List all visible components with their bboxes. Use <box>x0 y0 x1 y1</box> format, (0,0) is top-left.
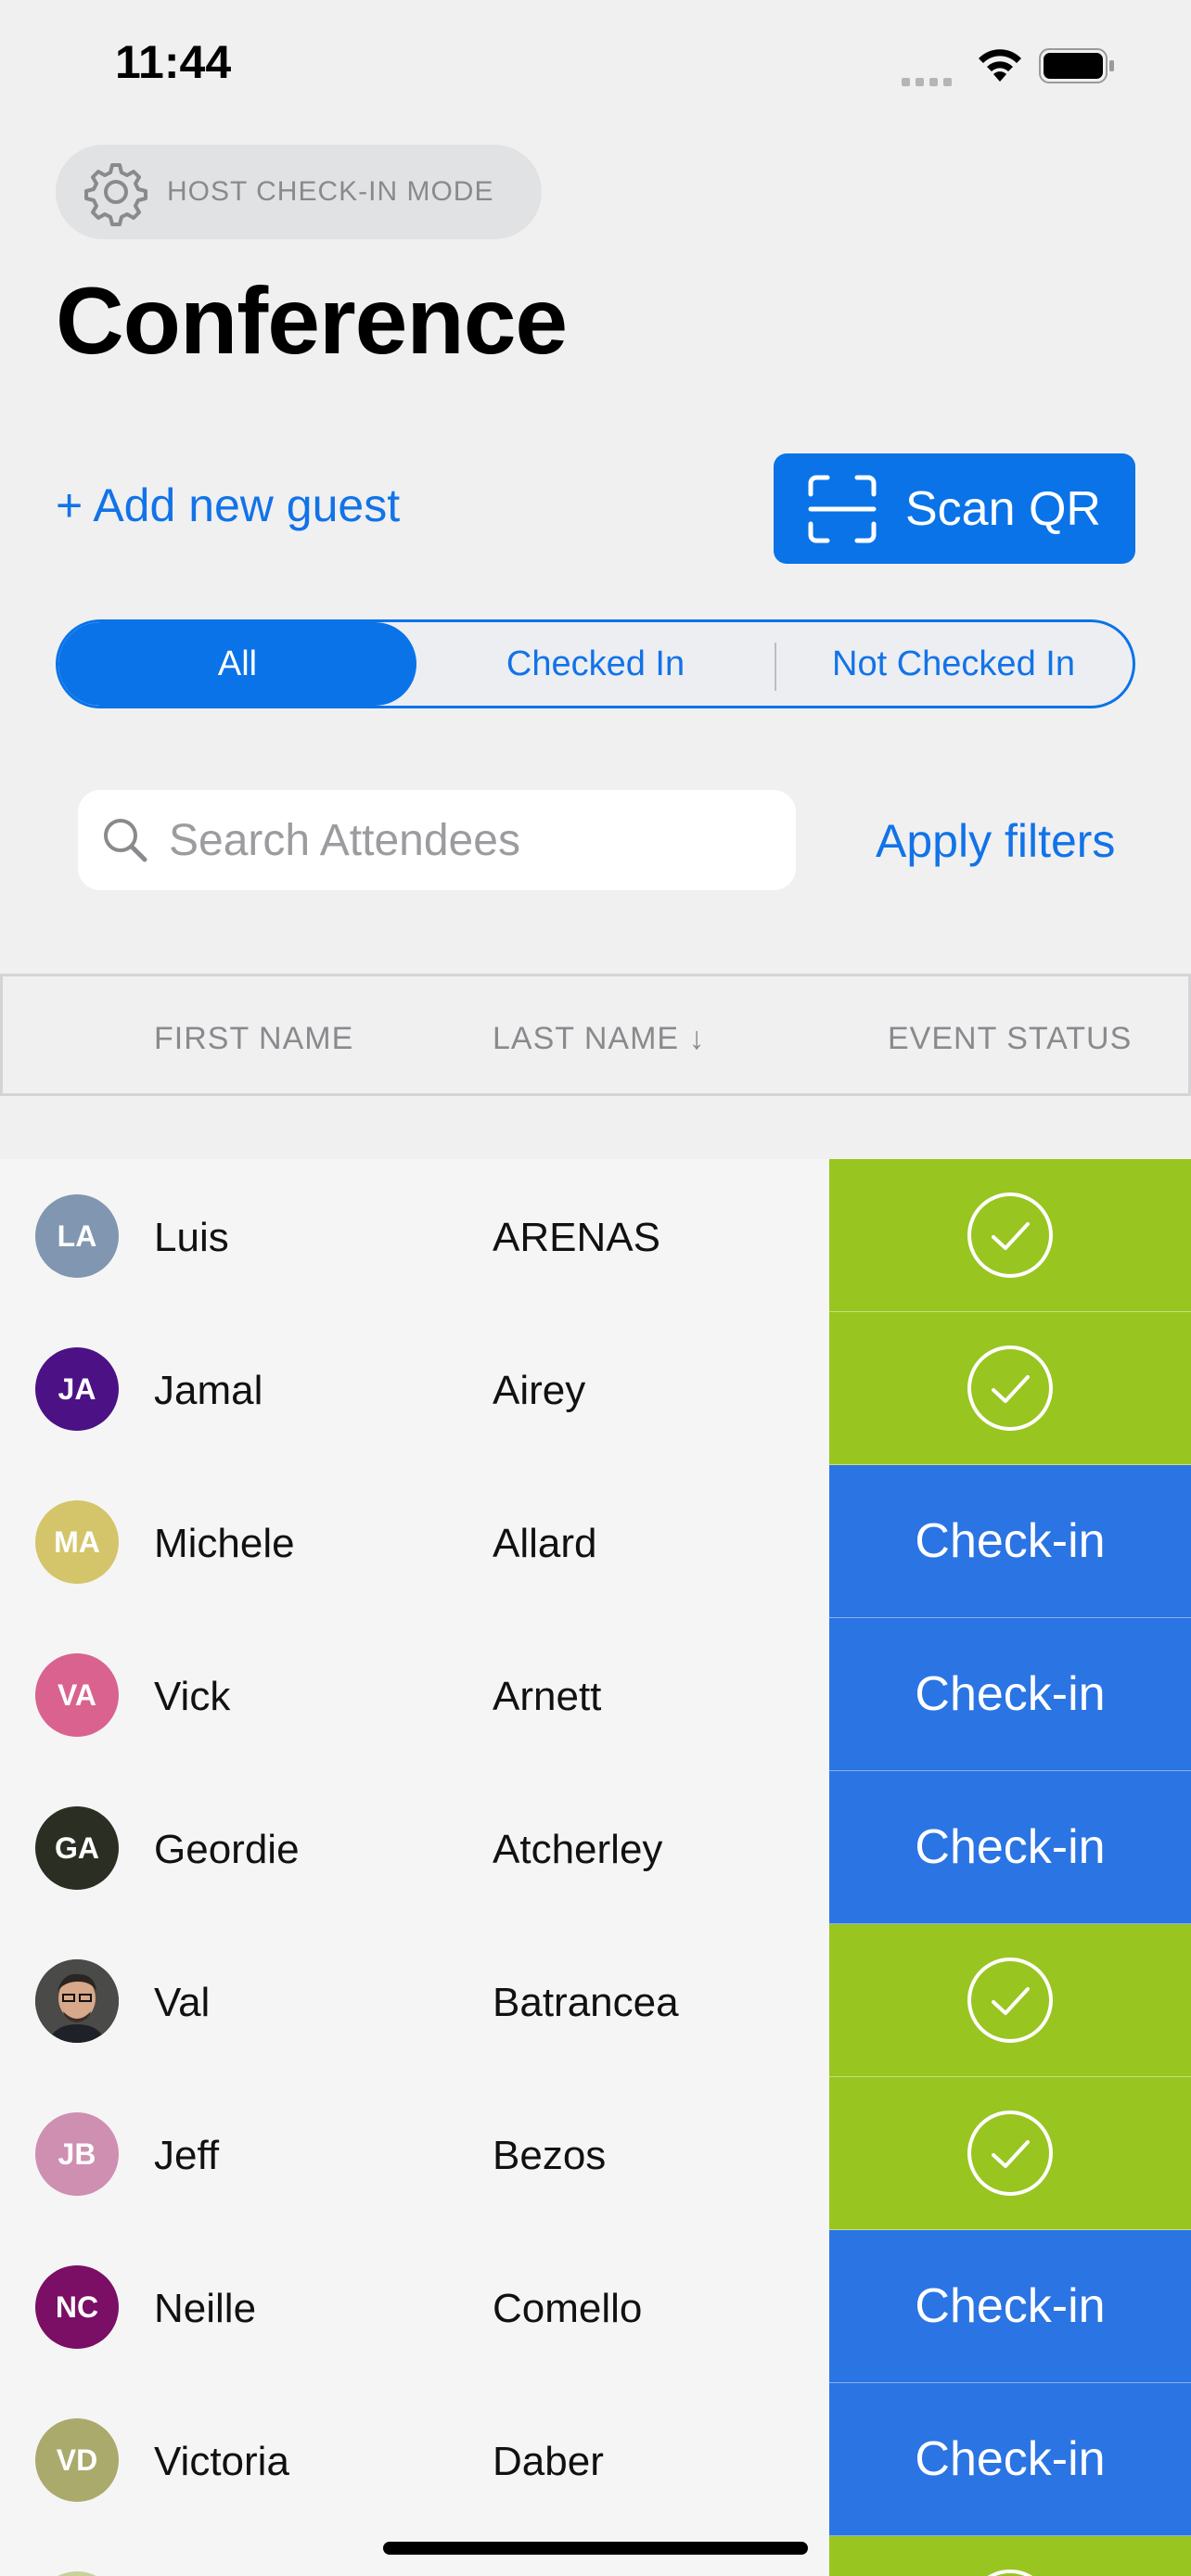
segment-divider <box>775 643 776 691</box>
checkmark-circle-icon <box>967 1345 1053 1431</box>
last-name-cell: Bezos <box>493 2133 607 2178</box>
home-indicator <box>383 2542 808 2555</box>
avatar: JA <box>35 1347 119 1431</box>
first-name-cell: Jeff <box>154 2133 220 2178</box>
table-header: FIRST NAME LAST NAME ↓ EVENT STATUS <box>0 974 1191 1096</box>
status-time: 11:44 <box>115 36 232 88</box>
last-name-cell: Daber <box>493 2439 604 2484</box>
scan-qr-button[interactable]: Scan QR <box>774 453 1135 564</box>
first-name-cell: Luis <box>154 1215 229 1260</box>
apply-filters-button[interactable]: Apply filters <box>876 814 1115 868</box>
host-checkin-mode-toggle[interactable]: HOST CHECK-IN MODE <box>56 145 542 239</box>
checkin-label: Check-in <box>915 1514 1106 1568</box>
table-row[interactable]: JB Jeff Bezos <box>0 2077 1191 2231</box>
segment-not-checked-in[interactable]: Not Checked In <box>775 622 1133 706</box>
table-row[interactable]: VD Victoria Daber Check-in <box>0 2383 1191 2537</box>
checked-in-status[interactable] <box>829 1924 1191 2078</box>
search-icon <box>104 819 147 862</box>
column-last-name[interactable]: LAST NAME ↓ <box>493 1021 706 1057</box>
checked-in-status[interactable] <box>829 1159 1191 1313</box>
gear-icon <box>84 163 147 226</box>
checkin-label: Check-in <box>915 2279 1106 2333</box>
avatar: GA <box>35 1806 119 1890</box>
checkin-button[interactable]: Check-in <box>829 2383 1191 2537</box>
first-name-cell: Geordie <box>154 1827 300 1872</box>
table-row[interactable]: LA Luis ARENAS <box>0 1159 1191 1313</box>
segment-not-checked-in-label: Not Checked In <box>832 644 1075 683</box>
avatar: VA <box>35 1653 119 1737</box>
qr-scan-icon <box>808 475 877 542</box>
last-name-cell: Allard <box>493 1521 597 1566</box>
checkin-button[interactable]: Check-in <box>829 2230 1191 2384</box>
table-row[interactable]: MA Michele Allard Check-in <box>0 1465 1191 1619</box>
last-name-cell: Comello <box>493 2286 643 2331</box>
first-name-cell: Vick <box>154 1674 231 1719</box>
segment-checked-in[interactable]: Checked In <box>416 622 775 706</box>
checkin-label: Check-in <box>915 1820 1106 1874</box>
first-name-cell: Victoria <box>154 2439 289 2484</box>
last-name-cell: Arnett <box>493 1674 602 1719</box>
profile-photo-icon <box>35 1959 119 2043</box>
last-name-cell: Atcherley <box>493 1827 663 1872</box>
table-row[interactable]: VA Vick Arnett Check-in <box>0 1618 1191 1772</box>
checkin-label: Check-in <box>915 1667 1106 1721</box>
checked-in-status[interactable] <box>829 2536 1191 2576</box>
cellular-signal-icon <box>902 74 957 86</box>
first-name-cell: Jamal <box>154 1368 263 1413</box>
checked-in-status[interactable] <box>829 2077 1191 2231</box>
avatar: VD <box>35 2418 119 2502</box>
checkin-button[interactable]: Check-in <box>829 1465 1191 1619</box>
column-event-status[interactable]: EVENT STATUS <box>888 1021 1132 1057</box>
search-input[interactable] <box>167 813 764 867</box>
attendee-filter-segmented: All Checked In Not Checked In <box>56 619 1135 708</box>
checkin-label: Check-in <box>915 2432 1106 2486</box>
avatar: JB <box>35 2112 119 2196</box>
segment-all[interactable]: All <box>58 622 416 706</box>
avatar: LA <box>35 1194 119 1278</box>
table-row[interactable]: GA Geordie Atcherley Check-in <box>0 1771 1191 1925</box>
battery-icon <box>1039 48 1114 83</box>
checkmark-circle-icon <box>967 1192 1053 1278</box>
last-name-cell: Batrancea <box>493 1980 679 2025</box>
checked-in-status[interactable] <box>829 1312 1191 1466</box>
avatar: MA <box>35 1500 119 1584</box>
checkmark-circle-icon <box>967 2111 1053 2196</box>
scan-qr-label: Scan QR <box>905 481 1101 536</box>
last-name-cell: Airey <box>493 1368 586 1413</box>
attendee-list: LA Luis ARENAS JA Jamal Airey MA Michele Allard C… <box>0 1159 1191 2576</box>
table-row[interactable]: NC Neille Comello Check-in <box>0 2230 1191 2384</box>
segment-checked-in-label: Checked In <box>506 644 685 683</box>
table-row[interactable]: JA Jamal Airey <box>0 1312 1191 1466</box>
search-box[interactable] <box>78 790 796 890</box>
page-title: Conference <box>56 268 568 374</box>
checkin-button[interactable]: Check-in <box>829 1618 1191 1772</box>
add-guest-button[interactable]: + Add new guest <box>56 478 400 532</box>
checkmark-circle-icon <box>987 2570 1033 2576</box>
host-mode-label: HOST CHECK-IN MODE <box>167 176 494 207</box>
last-name-cell: ARENAS <box>493 1215 660 1260</box>
checkmark-circle-icon <box>967 1958 1053 2043</box>
avatar <box>35 2571 119 2576</box>
avatar: NC <box>35 2265 119 2349</box>
first-name-cell: Neille <box>154 2286 257 2331</box>
first-name-cell: Michele <box>154 1521 295 1566</box>
column-first-name[interactable]: FIRST NAME <box>154 1021 353 1057</box>
table-row[interactable]: Val Batrancea <box>0 1924 1191 2078</box>
first-name-cell: Val <box>154 1980 211 2025</box>
avatar <box>35 1959 119 2043</box>
wifi-icon <box>979 49 1021 82</box>
checkin-button[interactable]: Check-in <box>829 1771 1191 1925</box>
